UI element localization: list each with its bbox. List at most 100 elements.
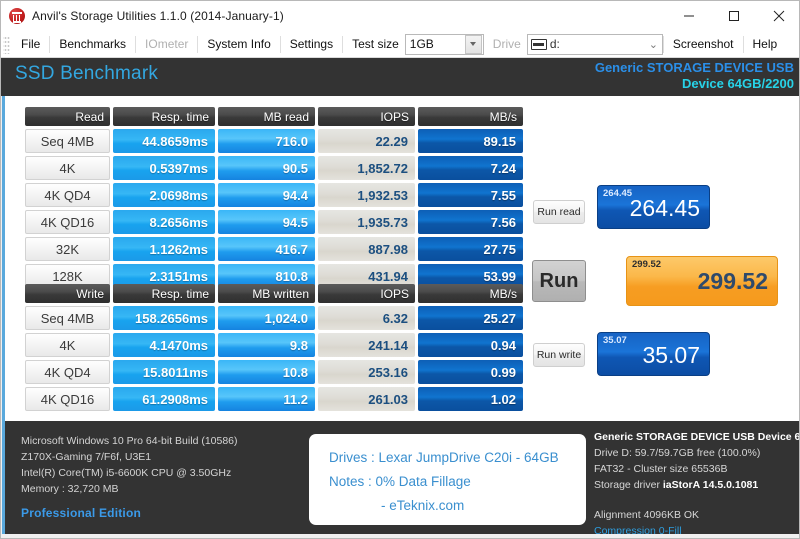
benchmark-header: SSD Benchmark Generic STORAGE DEVICE USB… — [1, 58, 800, 96]
system-memory: Memory : 32,720 MB — [21, 481, 238, 497]
cell-mbs: 0.94 — [418, 333, 523, 357]
column-header-iops: IOPS — [318, 107, 415, 126]
table-row: 4K QD42.0698ms94.41,932.537.55 — [25, 183, 523, 207]
cell-mb: 10.8 — [218, 360, 315, 384]
column-header-mb-written: MB written — [218, 284, 315, 303]
device-name-line2: Device 64GB/2200 — [682, 76, 794, 91]
row-label: 4K QD4 — [25, 360, 110, 384]
cell-mbs: 7.24 — [418, 156, 523, 180]
title-bar: Anvil's Storage Utilities 1.1.0 (2014-Ja… — [1, 1, 800, 31]
cell-mb: 9.8 — [218, 333, 315, 357]
cell-iops: 1,852.72 — [318, 156, 415, 180]
write-score-value: 35.07 — [642, 342, 700, 369]
cell-iops: 261.03 — [318, 387, 415, 411]
table-row: 4K QD168.2656ms94.51,935.737.56 — [25, 210, 523, 234]
drive-info-driver: Storage driver iaStorA 14.5.0.1081 — [594, 477, 799, 493]
device-name-line1: Generic STORAGE DEVICE USB — [595, 60, 794, 75]
cell-mbs: 1.02 — [418, 387, 523, 411]
minimize-icon[interactable] — [666, 1, 711, 31]
read-score-small: 264.45 — [603, 188, 632, 199]
drive-label: Drive — [484, 37, 527, 51]
cell-mb: 90.5 — [218, 156, 315, 180]
drive-select[interactable]: d: ⌄ — [527, 34, 663, 55]
cell-mb: 1,024.0 — [218, 306, 315, 330]
drive-info-filesystem: FAT32 - Cluster size 65536B — [594, 461, 799, 477]
anvil-storage-utilities-window: Anvil's Storage Utilities 1.1.0 (2014-Ja… — [0, 0, 800, 539]
drive-icon — [531, 39, 547, 50]
cell-mbs: 25.27 — [418, 306, 523, 330]
table-header-row: Read Resp. time MB read IOPS MB/s — [25, 107, 523, 126]
table-row: Seq 4MB44.8659ms716.022.2989.15 — [25, 129, 523, 153]
menu-item-settings[interactable]: Settings — [281, 31, 342, 58]
total-score-box: 299.52 299.52 — [626, 256, 778, 306]
cell-mb: 416.7 — [218, 237, 315, 261]
column-header-mb-read: MB read — [218, 107, 315, 126]
cell-resp-time: 15.8011ms — [113, 360, 215, 384]
cell-mb: 94.4 — [218, 183, 315, 207]
drive-value: d: — [547, 37, 645, 51]
menu-item-benchmarks[interactable]: Benchmarks — [50, 31, 135, 58]
cell-mbs: 7.55 — [418, 183, 523, 207]
table-row: 32K1.1262ms416.7887.9827.75 — [25, 237, 523, 261]
cell-mb: 94.5 — [218, 210, 315, 234]
window-controls — [666, 1, 800, 31]
row-label: Seq 4MB — [25, 129, 110, 153]
drive-info-capacity: Drive D: 59.7/59.7GB free (100.0%) — [594, 445, 799, 461]
cell-iops: 1,935.73 — [318, 210, 415, 234]
cell-resp-time: 0.5397ms — [113, 156, 215, 180]
table-row: 4K QD1661.2908ms11.2261.031.02 — [25, 387, 523, 411]
chevron-down-icon[interactable] — [465, 35, 482, 54]
read-score-value: 264.45 — [630, 195, 700, 222]
notes-drives: Drives : Lexar JumpDrive C20i - 64GB — [329, 446, 559, 470]
cell-resp-time: 1.1262ms — [113, 237, 215, 261]
cell-resp-time: 61.2908ms — [113, 387, 215, 411]
drive-info-driver-value: iaStorA 14.5.0.1081 — [663, 479, 758, 491]
cell-iops: 241.14 — [318, 333, 415, 357]
cell-resp-time: 8.2656ms — [113, 210, 215, 234]
row-label: 4K QD4 — [25, 183, 110, 207]
row-label: 4K QD16 — [25, 210, 110, 234]
table-row: 4K0.5397ms90.51,852.727.24 — [25, 156, 523, 180]
row-label: 4K QD16 — [25, 387, 110, 411]
system-cpu: Intel(R) Core(TM) i5-6600K CPU @ 3.50GHz — [21, 465, 238, 481]
test-size-select[interactable]: 1GB — [405, 34, 484, 55]
drive-info-block: Generic STORAGE DEVICE USB Device 64GB/2… — [594, 429, 799, 539]
row-label: 4K — [25, 156, 110, 180]
drive-info-driver-label: Storage driver — [594, 479, 660, 491]
menu-item-file[interactable]: File — [12, 31, 49, 58]
cell-iops: 22.29 — [318, 129, 415, 153]
notes-text: Notes : 0% Data Fillage — [329, 470, 471, 494]
close-icon[interactable] — [756, 1, 800, 31]
table-header-row: Write Resp. time MB written IOPS MB/s — [25, 284, 523, 303]
row-label: 4K — [25, 333, 110, 357]
window-title: Anvil's Storage Utilities 1.1.0 (2014-Ja… — [32, 9, 284, 23]
toolbar-grip-icon[interactable] — [3, 35, 10, 54]
cell-iops: 253.16 — [318, 360, 415, 384]
column-header-resp-time: Resp. time — [113, 107, 215, 126]
maximize-icon[interactable] — [711, 1, 756, 31]
system-info-block: Microsoft Windows 10 Pro 64-bit Build (1… — [21, 433, 238, 521]
edition-label: Professional Edition — [21, 505, 238, 521]
read-score-box: 264.45 264.45 — [597, 185, 710, 229]
run-button[interactable]: Run — [532, 260, 586, 302]
column-header-write: Write — [25, 284, 110, 303]
menu-item-system-info[interactable]: System Info — [198, 31, 279, 58]
row-label: 32K — [25, 237, 110, 261]
run-read-button[interactable]: Run read — [533, 200, 585, 224]
chevron-down-icon[interactable]: ⌄ — [645, 38, 662, 51]
notes-credit: - eTeknix.com — [381, 494, 464, 518]
menu-item-help[interactable]: Help — [744, 31, 787, 58]
window-bottom-edge — [1, 534, 800, 539]
test-size-label: Test size — [343, 37, 405, 51]
run-write-button[interactable]: Run write — [533, 343, 585, 367]
anvil-app-icon — [9, 8, 25, 24]
cell-mbs: 27.75 — [418, 237, 523, 261]
read-results-table: Read Resp. time MB read IOPS MB/s Seq 4M… — [22, 104, 526, 291]
cell-iops: 1,932.53 — [318, 183, 415, 207]
cell-resp-time: 2.0698ms — [113, 183, 215, 207]
menu-item-iometer: IOmeter — [136, 31, 197, 58]
total-score-small: 299.52 — [632, 259, 661, 270]
menu-item-screenshot[interactable]: Screenshot — [664, 31, 743, 58]
cell-resp-time: 158.2656ms — [113, 306, 215, 330]
cell-mbs: 89.15 — [418, 129, 523, 153]
